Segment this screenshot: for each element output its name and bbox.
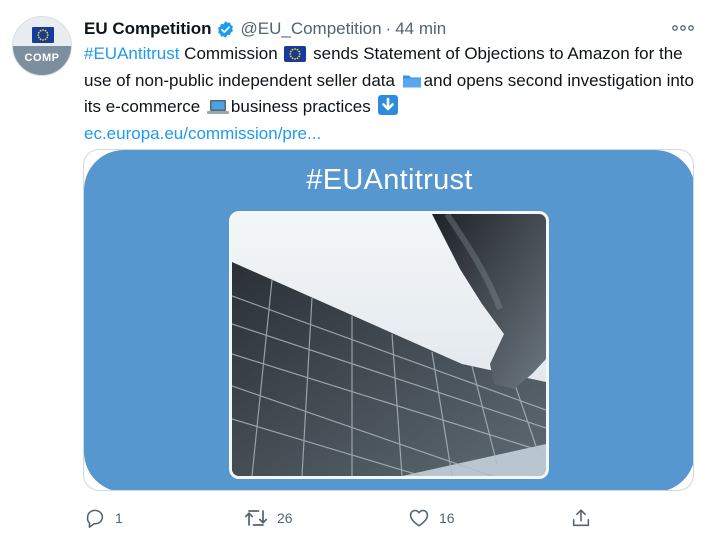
avatar-label: COMP bbox=[24, 52, 60, 64]
retweet-icon bbox=[244, 510, 268, 526]
share-button[interactable] bbox=[570, 505, 601, 531]
share-icon bbox=[572, 509, 590, 527]
like-count: 16 bbox=[439, 510, 455, 526]
tweet-media[interactable]: #EUAntitrust bbox=[83, 149, 694, 491]
timestamp[interactable]: 44 min bbox=[395, 19, 446, 39]
retweet-button[interactable]: 26 bbox=[244, 505, 293, 531]
laptop-photo bbox=[229, 211, 549, 479]
more-icon[interactable] bbox=[668, 18, 698, 38]
article-link[interactable]: ec.europa.eu/commission/pre... bbox=[84, 122, 694, 146]
tweet[interactable]: COMP EU Competition @EU_Competition · 44… bbox=[0, 0, 720, 545]
reply-button[interactable]: 1 bbox=[84, 505, 123, 531]
avatar[interactable]: COMP bbox=[12, 16, 72, 76]
tweet-text-part: business practices bbox=[230, 97, 376, 116]
handle[interactable]: @EU_Competition bbox=[241, 19, 382, 39]
down-arrow-icon bbox=[377, 95, 398, 122]
folder-icon bbox=[402, 72, 422, 96]
display-name[interactable]: EU Competition bbox=[84, 19, 212, 39]
tweet-text-part: Commission bbox=[179, 44, 283, 63]
like-icon bbox=[409, 509, 429, 527]
hashtag-link[interactable]: #EUAntitrust bbox=[84, 44, 179, 63]
like-button[interactable]: 16 bbox=[408, 505, 455, 531]
laptop-icon bbox=[206, 98, 229, 122]
tweet-text: #EUAntitrust Commission sends Statement … bbox=[84, 42, 694, 145]
media-banner: #EUAntitrust bbox=[84, 150, 693, 490]
tweet-header: EU Competition @EU_Competition · 44 min bbox=[84, 17, 446, 41]
verified-badge-icon bbox=[216, 20, 235, 39]
reply-icon bbox=[86, 509, 104, 528]
retweet-count: 26 bbox=[277, 510, 293, 526]
eu-flag-icon bbox=[32, 27, 54, 43]
reply-count: 1 bbox=[115, 510, 123, 526]
separator: · bbox=[385, 19, 392, 38]
eu-flag-icon bbox=[284, 45, 307, 69]
tweet-actions: 1 26 16 bbox=[0, 505, 720, 531]
banner-title: #EUAntitrust bbox=[306, 164, 473, 196]
